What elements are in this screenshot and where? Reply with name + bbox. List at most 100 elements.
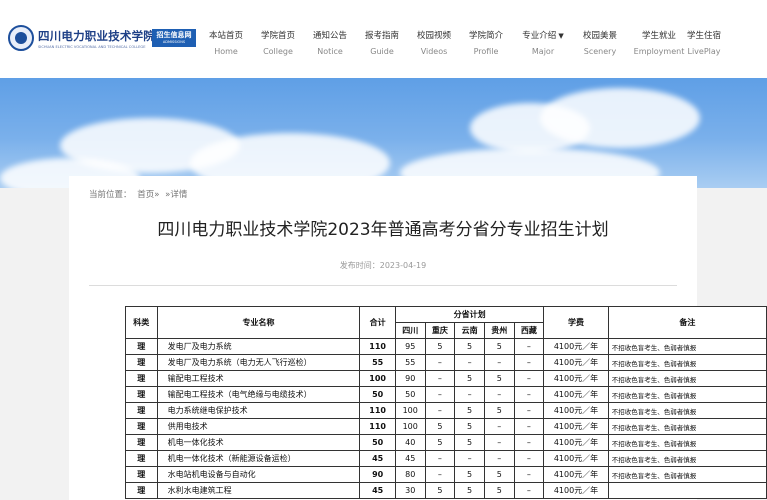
caret-down-icon: ▼ [558, 32, 564, 40]
cell-major: 发电厂及电力系统（电力无人飞行巡检） [156, 354, 361, 371]
divider [89, 285, 677, 286]
sky-banner [0, 78, 767, 188]
cell-fee: 4100元／年 [543, 450, 609, 467]
cell-xizang: – [513, 354, 545, 371]
cell-sichuan: 95 [394, 338, 426, 355]
enrollment-table-wrap: 科类 专业名称 合计 分省计划 学费 备注 四川 重庆 云南 贵州 西藏 理发电… [125, 306, 767, 499]
nav-item-videos[interactable]: 校园视频 Videos [407, 31, 461, 57]
cell-remark: 不招收色盲考生、色弱者慎报 [607, 354, 767, 371]
nav-item-liveplay[interactable]: 学生住宿 LivePlay [677, 31, 731, 57]
cell-major: 供用电技术 [156, 418, 361, 435]
nav-item-major[interactable]: 专业介绍 ▼ Major [516, 31, 570, 57]
cell-category: 理 [125, 466, 158, 483]
nav-sublabel: College [263, 47, 293, 56]
cell-total: 100 [359, 370, 396, 387]
cell-xizang: – [513, 418, 545, 435]
cell-category: 理 [125, 418, 158, 435]
cell-guizhou: 5 [483, 338, 515, 355]
cell-fee: 4100元／年 [543, 354, 609, 371]
cell-yunnan: 5 [454, 402, 485, 419]
header-fee: 学费 [543, 306, 609, 339]
cell-remark: 不招收色盲考生、色弱者慎报 [607, 434, 767, 451]
cell-major: 发电厂及电力系统 [156, 338, 361, 355]
cell-chongqing: 5 [424, 482, 456, 499]
header-province: 云南 [454, 322, 485, 339]
nav-sublabel: Profile [473, 47, 499, 56]
cell-chongqing: 5 [424, 418, 456, 435]
cell-total: 110 [359, 338, 396, 355]
table-row: 理机电一体化技术（新能源设备运检） 45 45– – – –4100元／年 不招收色盲考生、… [125, 450, 767, 467]
cell-total: 55 [359, 354, 396, 371]
cell-category: 理 [125, 434, 158, 451]
cell-yunnan: 5 [454, 418, 485, 435]
cell-category: 理 [125, 338, 158, 355]
nav-sublabel: Home [214, 47, 238, 56]
cell-remark: 不招收色盲考生、色弱者慎报 [607, 386, 767, 403]
site-header: 四川电力职业技术学院 SICHUAN ELECTRIC VOCATIONAL A… [0, 0, 767, 78]
cell-category: 理 [125, 386, 158, 403]
cell-yunnan: 5 [454, 338, 485, 355]
cell-major: 输配电工程技术 [156, 370, 361, 387]
cell-guizhou: 5 [483, 402, 515, 419]
cell-sichuan: 45 [394, 450, 426, 467]
cell-chongqing: – [424, 370, 456, 387]
nav-sublabel: Scenery [583, 47, 617, 56]
nav-item-scenery[interactable]: 校园美景 Scenery [573, 31, 627, 57]
nav-label: 学院简介 [468, 31, 503, 41]
nav-item-college[interactable]: 学院首页 College [251, 31, 305, 57]
nav-sublabel: Guide [370, 47, 394, 56]
breadcrumb-label: 当前位置： [89, 190, 132, 200]
cell-major: 机电一体化技术（新能源设备运检） [156, 450, 361, 467]
cell-yunnan: – [454, 386, 485, 403]
cell-remark: 不招收色盲考生、色弱者慎报 [607, 418, 767, 435]
cell-total: 45 [359, 450, 396, 467]
cell-xizang: – [513, 466, 545, 483]
cell-sichuan: 100 [394, 402, 426, 419]
main-nav: 本站首页 Home 学院首页 College 通知公告 Notice 报考指南 … [0, 0, 767, 78]
breadcrumb-current: »详情 [165, 190, 188, 200]
cell-fee: 4100元／年 [543, 370, 609, 387]
table-row: 理机电一体化技术 50 40 5 5– –4100元／年 不招收色盲考生、色弱者慎报 [125, 434, 767, 451]
nav-label: 专业介绍 [522, 31, 557, 41]
cell-sichuan: 55 [394, 354, 426, 371]
nav-label: 报考指南 [364, 31, 399, 41]
nav-sublabel: Major [531, 47, 555, 56]
nav-item-home[interactable]: 本站首页 Home [199, 31, 253, 57]
nav-item-notice[interactable]: 通知公告 Notice [303, 31, 357, 57]
nav-item-guide[interactable]: 报考指南 Guide [355, 31, 409, 57]
nav-label: 校园视频 [416, 31, 451, 41]
table-row: 理水利水电建筑工程 45 30 5 5 5–4100元／年 [125, 482, 767, 499]
nav-item-profile[interactable]: 学院简介 Profile [459, 31, 513, 57]
page-title: 四川电力职业技术学院2023年普通高考分省分专业招生计划 [157, 220, 609, 240]
cell-total: 50 [359, 386, 396, 403]
cell-guizhou: – [483, 354, 515, 371]
cell-chongqing: – [424, 354, 456, 371]
header-total: 合计 [359, 306, 396, 339]
header-province: 四川 [394, 322, 426, 339]
header-province: 贵州 [483, 322, 515, 339]
cell-category: 理 [125, 370, 158, 387]
nav-label: 校园美景 [582, 31, 617, 41]
header-remark: 备注 [607, 306, 767, 339]
cell-remark: 不招收色盲考生、色弱者慎报 [607, 450, 767, 467]
cell-guizhou: – [483, 418, 515, 435]
table-row: 理输配电工程技术（电气绝缘与电缆技术） 50 50– – – –4100元／年 不招收色盲考… [125, 386, 767, 403]
cell-yunnan: 5 [454, 482, 485, 499]
cell-fee: 4100元／年 [543, 434, 609, 451]
cell-guizhou: – [483, 450, 515, 467]
cell-fee: 4100元／年 [543, 418, 609, 435]
header-province: 西藏 [513, 322, 545, 339]
cell-remark [607, 482, 767, 499]
cell-major: 水电站机电设备与自动化 [156, 466, 361, 483]
cell-xizang: – [513, 482, 545, 499]
cell-major: 电力系统继电保护技术 [156, 402, 361, 419]
cell-fee: 4100元／年 [543, 386, 609, 403]
table-row: 理发电厂及电力系统（电力无人飞行巡检） 55 55– – – –4100元／年 不招收色盲考… [125, 354, 767, 371]
cell-xizang: – [513, 370, 545, 387]
nav-label-row: 专业介绍 ▼ [516, 31, 570, 42]
cell-sichuan: 80 [394, 466, 426, 483]
enrollment-table: 科类 专业名称 合计 分省计划 学费 备注 四川 重庆 云南 贵州 西藏 理发电… [125, 306, 767, 499]
breadcrumb-home-link[interactable]: 首页» [137, 190, 159, 200]
cell-yunnan: 5 [454, 434, 485, 451]
header-category: 科类 [125, 306, 158, 339]
